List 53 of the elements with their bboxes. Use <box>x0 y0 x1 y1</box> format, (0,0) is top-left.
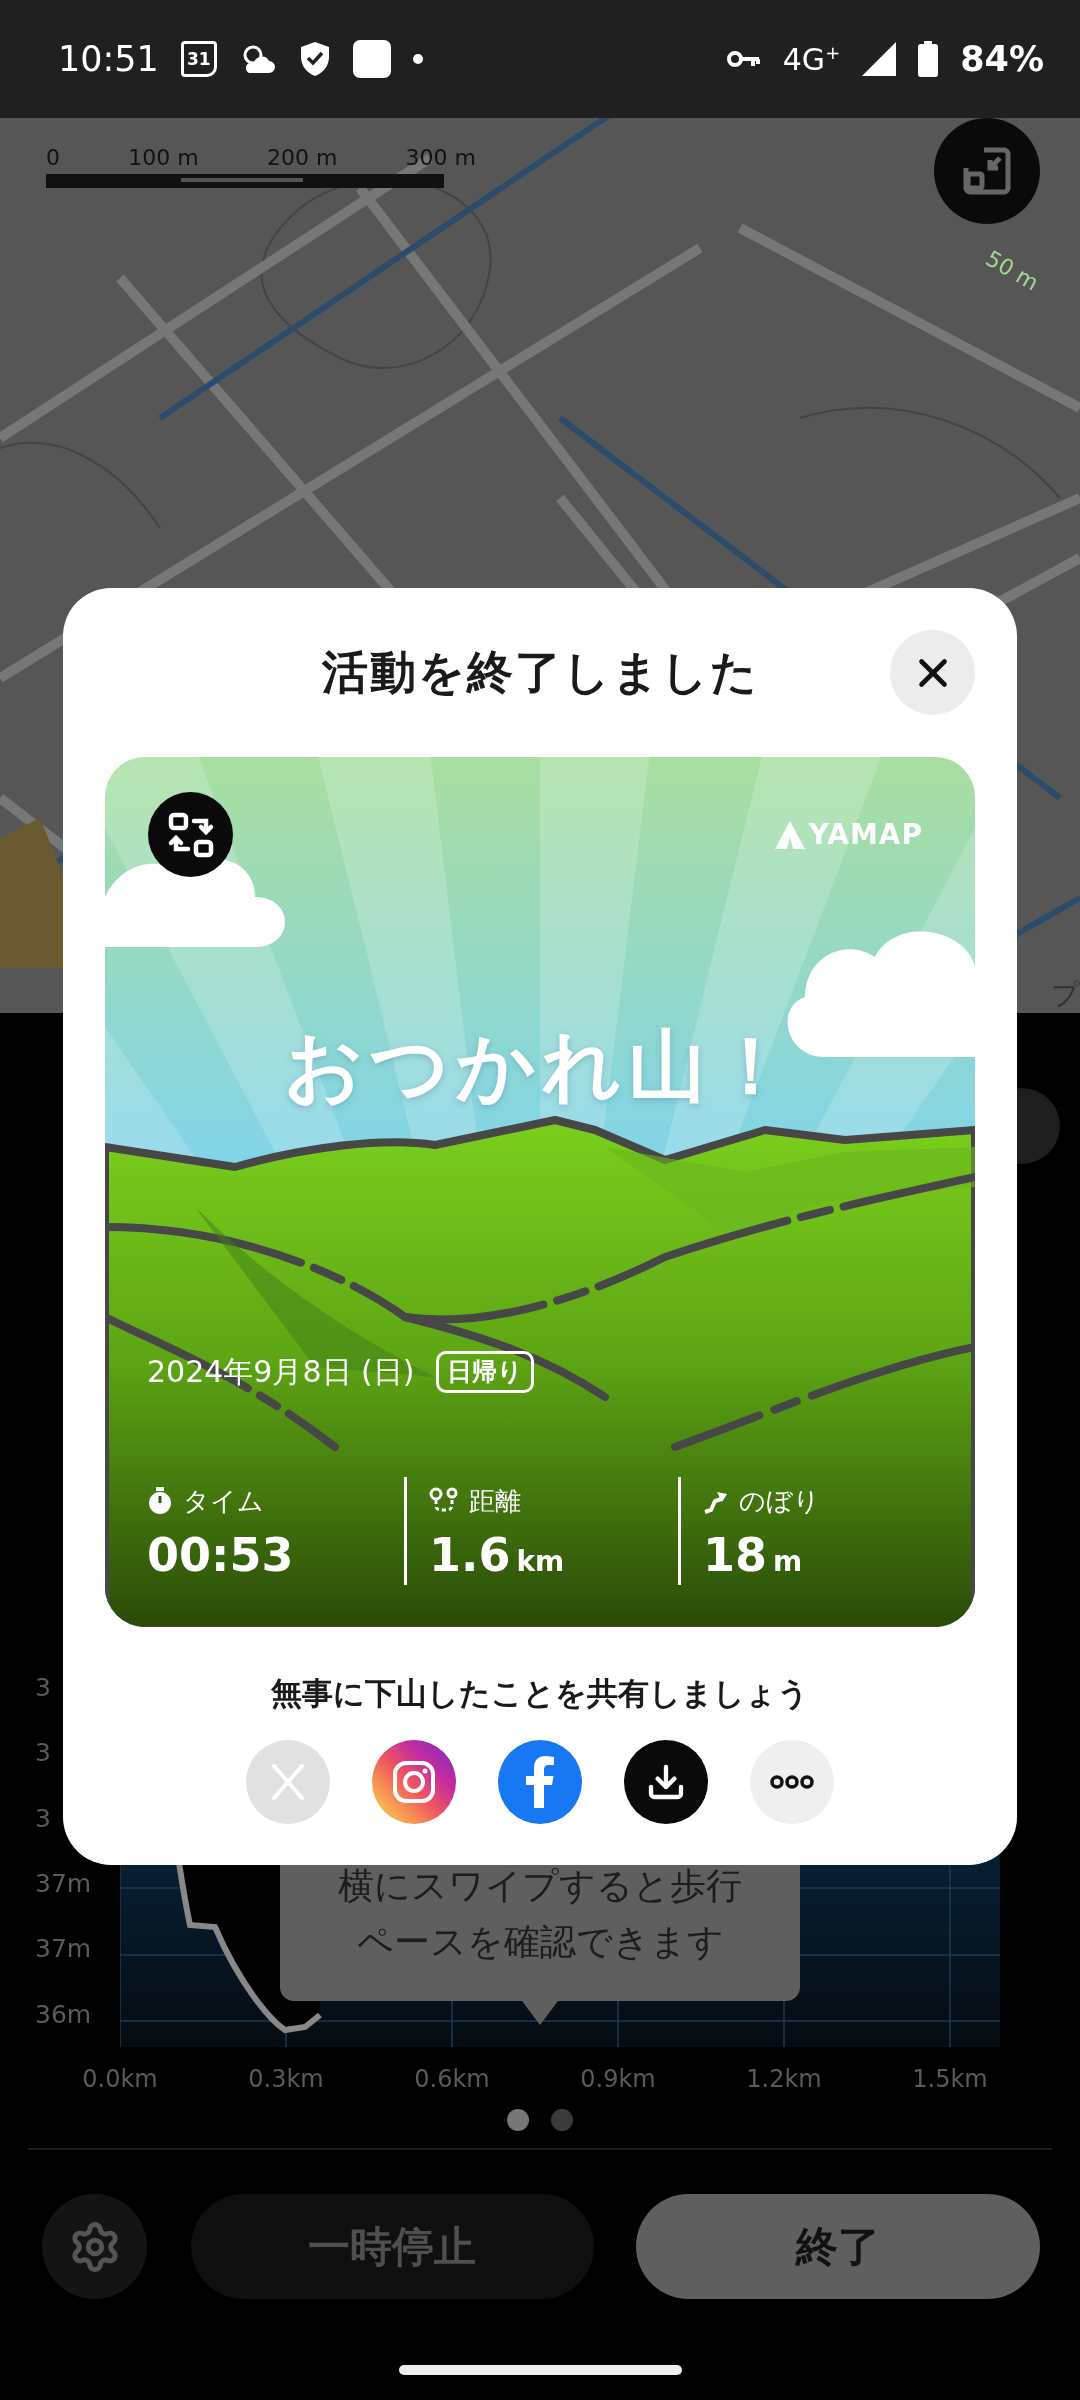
y-axis-label: 3 <box>35 1802 52 1835</box>
download-icon <box>646 1762 686 1802</box>
stat-value: 1.6 <box>429 1527 511 1584</box>
y-axis-label: 37m <box>35 1868 93 1900</box>
notification-dot-icon <box>412 54 423 64</box>
more-icon <box>770 1775 814 1789</box>
x-axis-label: 1.5km <box>911 2064 989 2095</box>
shrink-icon <box>962 146 1012 196</box>
scale-label: 0 <box>46 144 60 172</box>
battery-icon <box>918 41 939 77</box>
status-time: 10:51 <box>58 39 159 79</box>
stat-label: のぼり <box>739 1484 820 1518</box>
key-icon <box>726 49 761 69</box>
shield-icon <box>298 41 331 77</box>
page-dot[interactable] <box>507 2109 529 2131</box>
x-axis-label: 0.3km <box>247 2064 325 2095</box>
y-axis-label: 37m <box>35 1933 93 1966</box>
battery-level: 84% <box>960 39 1044 79</box>
stat-value: 18 <box>703 1527 767 1584</box>
activity-date: 2024年9月8日 (日) <box>147 1352 415 1391</box>
y-axis-label: 3 <box>35 1737 52 1770</box>
scale-label: 100 m <box>128 144 199 172</box>
network-type: 4G$^{+}$ <box>782 41 841 77</box>
x-axis-label: 0.6km <box>413 2064 491 2095</box>
x-axis-label: 0.0km <box>81 2064 159 2095</box>
stat-value: 00:53 <box>147 1527 294 1584</box>
scale-label: 200 m <box>266 144 338 172</box>
signal-icon <box>862 42 897 76</box>
stat-unit: m <box>773 1545 803 1578</box>
trip-type-tag: 日帰り <box>436 1351 535 1393</box>
scale-label: 300 m <box>405 144 476 172</box>
dialog-title: 活動を終了しました <box>321 643 759 701</box>
app-square-icon <box>352 40 391 78</box>
y-axis-label: 36m <box>35 1998 93 2031</box>
stat-label: 距離 <box>469 1484 521 1518</box>
card-headline: おつかれ山！ <box>283 1020 797 1113</box>
contour-label: 50 m <box>981 245 1043 296</box>
calendar-icon: 31 <box>180 41 217 77</box>
camera-icon <box>391 1759 437 1805</box>
logo-text: YAMAP <box>808 818 923 851</box>
share-prompt: 無事に下山したことを共有しましょう <box>270 1674 810 1713</box>
y-axis-label: 3 <box>35 1672 52 1704</box>
swipe-hint-text: 横にスワイプすると歩行ペースを確認できます <box>337 1864 743 1964</box>
f-logo-icon <box>525 1756 555 1808</box>
end-button[interactable]: 終了 <box>635 2194 1040 2299</box>
page-dot[interactable] <box>551 2109 573 2131</box>
stopwatch-icon <box>147 1487 173 1515</box>
tent-icon <box>774 820 805 849</box>
x-axis-label: 0.9km <box>579 2064 657 2095</box>
x-axis-label: 1.2km <box>745 2064 823 2095</box>
pause-button[interactable]: 一時停止 <box>191 2194 594 2299</box>
stat-label: タイム <box>183 1484 264 1518</box>
stat-unit: km <box>516 1545 565 1578</box>
